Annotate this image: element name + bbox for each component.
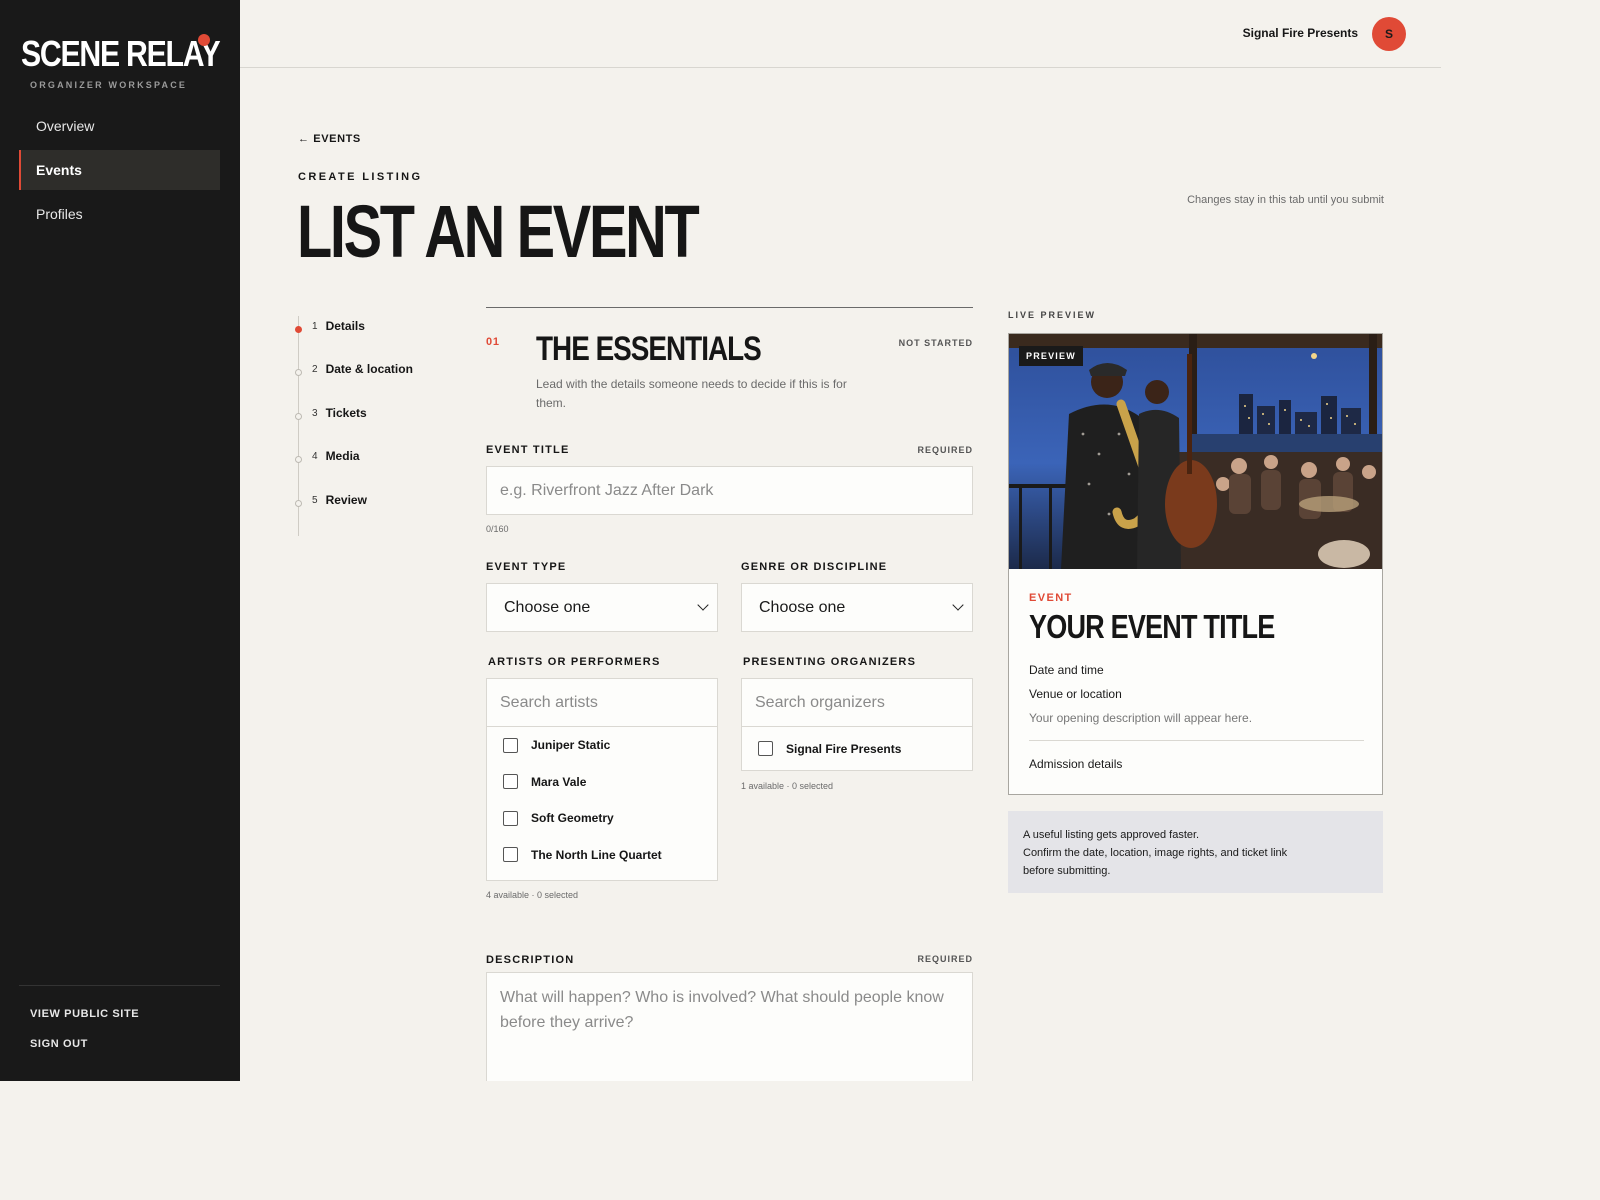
tip-line: A useful listing gets approved faster. <box>1023 829 1200 841</box>
sidebar-item-profiles[interactable]: Profiles <box>19 194 220 234</box>
artists-search-input[interactable]: Search artists <box>487 679 717 727</box>
section-divider <box>486 307 973 308</box>
event-type-value: Choose one <box>504 598 591 616</box>
sidebar-item-events[interactable]: Events <box>19 150 220 190</box>
step-label: Media <box>325 449 360 463</box>
jazz-performance-photo <box>1009 334 1382 569</box>
event-type-label: EVENT TYPE <box>486 561 567 573</box>
chevron-down-icon <box>952 599 964 611</box>
artists-listbox: Search artists Juniper Static Mara Vale … <box>486 678 718 881</box>
preview-event-photo: PREVIEW <box>1009 334 1382 569</box>
artist-option-label: Soft Geometry <box>531 811 614 826</box>
section-status-badge: NOT STARTED <box>898 338 973 348</box>
step-number: 5 <box>312 494 318 506</box>
step-review[interactable]: 5 Review <box>295 490 367 510</box>
organizers-listbox: Search organizers Signal Fire Presents <box>741 678 973 771</box>
approval-tip: A useful listing gets approved faster. C… <box>1008 811 1383 893</box>
genre-value: Choose one <box>759 598 846 616</box>
description-textarea[interactable]: What will happen? Who is involved? What … <box>486 972 973 1081</box>
brand-name: SCENE RELAY <box>21 33 221 74</box>
artist-option[interactable]: The North Line Quartet <box>487 837 717 874</box>
genre-label: GENRE OR DISCIPLINE <box>741 561 888 573</box>
topbar: Signal Fire Presents S <box>240 0 1441 68</box>
checkbox[interactable] <box>503 774 518 790</box>
page-eyebrow: CREATE LISTING <box>298 171 423 183</box>
organizers-label: PRESENTING ORGANIZERS <box>743 656 917 668</box>
step-number: 1 <box>312 320 318 332</box>
preview-admission: Admission details <box>1029 757 1123 771</box>
organization-name[interactable]: Signal Fire Presents <box>1243 26 1358 40</box>
preview-date: Date and time <box>1029 663 1104 677</box>
artist-option[interactable]: Mara Vale <box>487 764 717 801</box>
step-number: 2 <box>312 363 318 375</box>
sidebar-divider <box>19 985 220 986</box>
tip-line: before submitting. <box>1023 865 1111 877</box>
brand-subtitle: ORGANIZER WORKSPACE <box>30 80 188 90</box>
artists-label: ARTISTS OR PERFORMERS <box>488 656 661 668</box>
step-tickets[interactable]: 3 Tickets <box>295 403 367 423</box>
step-dot-icon <box>295 412 302 420</box>
brand-dot-icon <box>198 34 210 46</box>
view-public-site-link[interactable]: VIEW PUBLIC SITE <box>30 1008 139 1020</box>
description-required: REQUIRED <box>917 954 973 964</box>
step-number: 4 <box>312 450 318 462</box>
step-media[interactable]: 4 Media <box>295 446 360 466</box>
step-details[interactable]: 1 Details <box>295 316 365 336</box>
step-number: 3 <box>312 407 318 419</box>
step-label: Review <box>325 493 367 507</box>
sign-out-link[interactable]: SIGN OUT <box>30 1038 88 1050</box>
organizers-search-input[interactable]: Search organizers <box>742 679 972 727</box>
event-title-input[interactable]: e.g. Riverfront Jazz After Dark <box>486 466 973 515</box>
preview-card: PREVIEW EVENT YOUR EVENT TITLE Date and … <box>1008 333 1383 795</box>
checkbox[interactable] <box>758 741 773 756</box>
draft-note: Changes stay in this tab until you submi… <box>1187 194 1384 206</box>
event-type-select[interactable]: Choose one <box>486 583 718 632</box>
step-date-location[interactable]: 2 Date & location <box>295 359 413 379</box>
live-preview-label: LIVE PREVIEW <box>1008 310 1097 320</box>
sidebar-item-overview[interactable]: Overview <box>19 106 220 146</box>
tip-line: Confirm the date, location, image rights… <box>1023 847 1288 859</box>
preview-badge: PREVIEW <box>1019 346 1083 366</box>
description-label: DESCRIPTION <box>486 954 575 966</box>
checkbox[interactable] <box>503 737 518 753</box>
preview-title: YOUR EVENT TITLE <box>1029 608 1275 645</box>
step-dot-icon <box>295 368 302 376</box>
event-title-label: EVENT TITLE <box>486 444 570 456</box>
artist-option[interactable]: Juniper Static <box>487 727 717 764</box>
avatar[interactable]: S <box>1372 17 1406 51</box>
preview-kicker: EVENT <box>1029 592 1073 604</box>
artist-option-label: Juniper Static <box>531 738 611 753</box>
preview-description: Your opening description will appear her… <box>1029 711 1253 725</box>
back-to-events-link[interactable]: ← EVENTS <box>298 133 361 145</box>
artist-option-label: Mara Vale <box>531 774 587 789</box>
step-dot-icon <box>295 499 302 507</box>
preview-venue: Venue or location <box>1029 687 1122 701</box>
organizers-count: 1 available · 0 selected <box>741 781 834 791</box>
event-title-char-count: 0/160 <box>486 524 509 534</box>
organizer-option[interactable]: Signal Fire Presents <box>742 727 972 770</box>
sidebar-nav: Overview Events Profiles <box>19 106 220 238</box>
artist-option-label: The North Line Quartet <box>531 847 662 862</box>
section-title: THE ESSENTIALS <box>536 330 762 368</box>
brand-logo[interactable]: SCENE RELAY ORGANIZER WORKSPACE <box>21 33 257 90</box>
step-label: Tickets <box>325 406 367 420</box>
checkbox[interactable] <box>503 847 518 863</box>
step-dot-icon <box>295 325 302 333</box>
page-title: LIST AN EVENT <box>297 190 700 273</box>
genre-select[interactable]: Choose one <box>741 583 973 632</box>
sidebar: SCENE RELAY ORGANIZER WORKSPACE Overview… <box>0 0 240 1081</box>
step-label: Details <box>325 319 365 333</box>
section-description: Lead with the details someone needs to d… <box>536 377 847 410</box>
checkbox[interactable] <box>503 810 518 826</box>
preview-divider <box>1029 740 1364 741</box>
step-dot-icon <box>295 455 302 463</box>
chevron-down-icon <box>697 599 709 611</box>
organizer-option-label: Signal Fire Presents <box>786 741 902 756</box>
event-title-required: REQUIRED <box>917 445 973 455</box>
artists-count: 4 available · 0 selected <box>486 890 579 900</box>
form-stepper: 1 Details 2 Date & location 3 Tickets 4 … <box>295 316 436 536</box>
artist-option[interactable]: Soft Geometry <box>487 800 717 837</box>
step-label: Date & location <box>325 362 413 376</box>
section-number: 01 <box>486 336 500 348</box>
